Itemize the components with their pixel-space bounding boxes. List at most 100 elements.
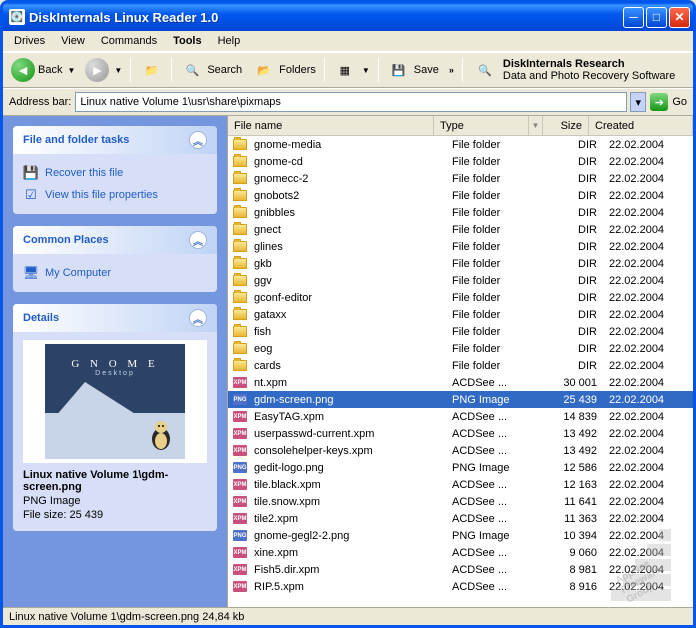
- table-row[interactable]: XPMRIP.5.xpmACDSee ...8 91622.02.2004: [228, 578, 693, 595]
- column-size[interactable]: Size: [543, 116, 589, 135]
- details-header[interactable]: Details ︽: [13, 304, 217, 332]
- folder-icon: [232, 342, 248, 356]
- back-label: Back: [38, 64, 62, 76]
- address-input[interactable]: Linux native Volume 1\usr\share\pixmaps: [75, 92, 627, 112]
- file-properties-link[interactable]: ☑ View this file properties: [23, 184, 207, 206]
- folders-button[interactable]: 📂 Folders: [248, 55, 320, 85]
- table-row[interactable]: PNGgedit-logo.pngPNG Image12 58622.02.20…: [228, 459, 693, 476]
- folders-icon: 📂: [252, 58, 276, 82]
- table-row[interactable]: XPMconsolehelper-keys.xpmACDSee ...13 49…: [228, 442, 693, 459]
- menu-help[interactable]: Help: [211, 33, 248, 49]
- column-sort-indicator[interactable]: ▼: [529, 116, 543, 135]
- places-header[interactable]: Common Places ︽: [13, 226, 217, 254]
- file-created: 22.02.2004: [601, 224, 693, 236]
- file-type: File folder: [448, 343, 555, 355]
- menu-tools[interactable]: Tools: [166, 33, 209, 49]
- file-size: 10 394: [555, 530, 601, 542]
- file-size: DIR: [555, 156, 601, 168]
- back-dropdown-icon[interactable]: ▼: [67, 66, 75, 75]
- file-size: 11 363: [555, 513, 601, 525]
- table-row[interactable]: fishFile folderDIR22.02.2004: [228, 323, 693, 340]
- table-row[interactable]: XPMtile.black.xpmACDSee ...12 16322.02.2…: [228, 476, 693, 493]
- go-button[interactable]: ➔: [650, 93, 668, 111]
- file-type: ACDSee ...: [448, 377, 555, 389]
- places-title: Common Places: [23, 234, 109, 246]
- file-name: tile.black.xpm: [250, 479, 448, 491]
- file-name: gnect: [250, 224, 448, 236]
- file-type: File folder: [448, 139, 555, 151]
- address-dropdown-icon[interactable]: ▾: [630, 92, 646, 112]
- file-size: 13 492: [555, 428, 601, 440]
- png-icon: PNG: [232, 461, 248, 475]
- table-row[interactable]: gnome-cdFile folderDIR22.02.2004: [228, 153, 693, 170]
- tasks-header[interactable]: File and folder tasks ︽: [13, 126, 217, 154]
- collapse-icon[interactable]: ︽: [189, 231, 207, 249]
- menu-view[interactable]: View: [54, 33, 92, 49]
- table-row[interactable]: gkbFile folderDIR22.02.2004: [228, 255, 693, 272]
- file-name: gdm-screen.png: [250, 394, 448, 406]
- file-list[interactable]: gnome-mediaFile folderDIR22.02.2004gnome…: [228, 136, 693, 607]
- table-row[interactable]: XPMxine.xpmACDSee ...9 06022.02.2004: [228, 544, 693, 561]
- file-name: nt.xpm: [250, 377, 448, 389]
- details-path: Linux native Volume 1\gdm-screen.png: [23, 469, 207, 493]
- collapse-icon[interactable]: ︽: [189, 131, 207, 149]
- table-row[interactable]: XPMFish5.dir.xpmACDSee ...8 98122.02.200…: [228, 561, 693, 578]
- minimize-button[interactable]: ─: [623, 7, 644, 28]
- file-size: DIR: [555, 275, 601, 287]
- research-icon: 🔍: [473, 58, 497, 82]
- table-row[interactable]: XPMtile.snow.xpmACDSee ...11 64122.02.20…: [228, 493, 693, 510]
- back-button[interactable]: ◄ Back ▼: [7, 55, 79, 85]
- research-title: DiskInternals Research: [503, 58, 625, 70]
- table-row[interactable]: gataxxFile folderDIR22.02.2004: [228, 306, 693, 323]
- table-row[interactable]: eogFile folderDIR22.02.2004: [228, 340, 693, 357]
- menu-commands[interactable]: Commands: [94, 33, 164, 49]
- forward-button[interactable]: ► ▼: [81, 55, 126, 85]
- table-row[interactable]: gnibblesFile folderDIR22.02.2004: [228, 204, 693, 221]
- folder-icon: [232, 223, 248, 237]
- forward-dropdown-icon[interactable]: ▼: [114, 66, 122, 75]
- close-button[interactable]: ✕: [669, 7, 690, 28]
- table-row[interactable]: XPMnt.xpmACDSee ...30 00122.02.2004: [228, 374, 693, 391]
- research-link[interactable]: 🔍 DiskInternals Research Data and Photo …: [467, 58, 675, 82]
- table-row[interactable]: XPMEasyTAG.xpmACDSee ...14 83922.02.2004: [228, 408, 693, 425]
- column-type[interactable]: Type: [434, 116, 529, 135]
- table-row[interactable]: XPMtile2.xpmACDSee ...11 36322.02.2004: [228, 510, 693, 527]
- file-type: ACDSee ...: [448, 581, 555, 593]
- addressbar: Address bar: Linux native Volume 1\usr\s…: [3, 88, 693, 116]
- collapse-icon[interactable]: ︽: [189, 309, 207, 327]
- table-row[interactable]: gconf-editorFile folderDIR22.02.2004: [228, 289, 693, 306]
- save-button[interactable]: 💾 Save: [383, 55, 443, 85]
- file-created: 22.02.2004: [601, 326, 693, 338]
- table-row[interactable]: gnobots2File folderDIR22.02.2004: [228, 187, 693, 204]
- table-row[interactable]: gnectFile folderDIR22.02.2004: [228, 221, 693, 238]
- tasks-panel: File and folder tasks ︽ 💾 Recover this f…: [13, 126, 217, 214]
- table-row[interactable]: cardsFile folderDIR22.02.2004: [228, 357, 693, 374]
- recover-file-link[interactable]: 💾 Recover this file: [23, 162, 207, 184]
- table-row[interactable]: gnome-mediaFile folderDIR22.02.2004: [228, 136, 693, 153]
- table-row[interactable]: PNGgdm-screen.pngPNG Image25 43922.02.20…: [228, 391, 693, 408]
- column-name[interactable]: File name: [228, 116, 434, 135]
- maximize-button[interactable]: □: [646, 7, 667, 28]
- menu-drives[interactable]: Drives: [7, 33, 52, 49]
- xpm-icon: XPM: [232, 563, 248, 577]
- folder-icon: [232, 257, 248, 271]
- file-created: 22.02.2004: [601, 479, 693, 491]
- toolbar-overflow-icon[interactable]: »: [445, 65, 458, 75]
- titlebar[interactable]: 💽 DiskInternals Linux Reader 1.0 ─ □ ✕: [3, 3, 693, 31]
- table-row[interactable]: gnomecc-2File folderDIR22.02.2004: [228, 170, 693, 187]
- file-created: 22.02.2004: [601, 309, 693, 321]
- file-preview: G N O M E Desktop: [23, 340, 207, 463]
- views-button[interactable]: ▦▼: [329, 55, 374, 85]
- table-row[interactable]: glinesFile folderDIR22.02.2004: [228, 238, 693, 255]
- search-button[interactable]: 🔍 Search: [176, 55, 246, 85]
- table-row[interactable]: ggvFile folderDIR22.02.2004: [228, 272, 693, 289]
- up-button[interactable]: 📁: [135, 55, 167, 85]
- column-created[interactable]: Created: [589, 116, 693, 135]
- file-name: gedit-logo.png: [250, 462, 448, 474]
- table-row[interactable]: PNGgnome-gegl2-2.pngPNG Image10 39422.02…: [228, 527, 693, 544]
- file-size: 12 163: [555, 479, 601, 491]
- file-name: gnomecc-2: [250, 173, 448, 185]
- my-computer-link[interactable]: 🖥 My Computer: [23, 262, 207, 284]
- table-row[interactable]: XPMuserpasswd-current.xpmACDSee ...13 49…: [228, 425, 693, 442]
- file-type: ACDSee ...: [448, 411, 555, 423]
